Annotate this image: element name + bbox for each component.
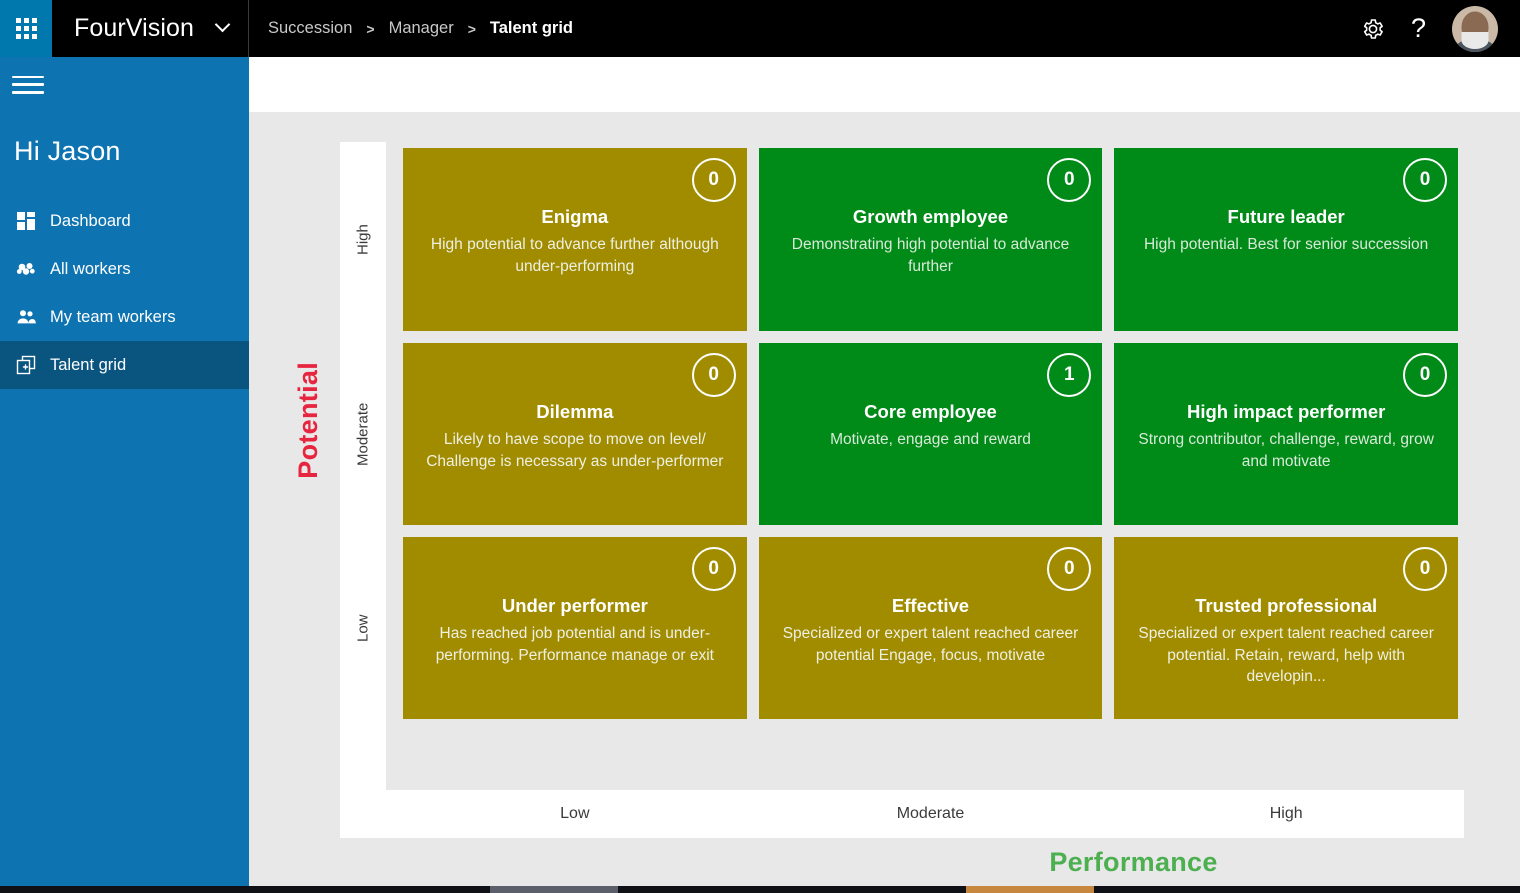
status-badge: 0: [1047, 547, 1092, 591]
talent-grid-matrix: High Moderate Low 0 Enigma High potentia…: [340, 142, 1464, 790]
breadcrumb-separator-icon: >: [467, 20, 476, 37]
talent-cell-title: High impact performer: [1186, 401, 1386, 422]
all-workers-icon: [16, 259, 42, 279]
app-launcher-button[interactable]: [0, 0, 52, 57]
performance-tick-moderate: Moderate: [896, 805, 965, 822]
talent-cell-container: 0 Growth employee Demonstrating high pot…: [753, 142, 1109, 337]
sidebar-item-all-workers[interactable]: All workers: [0, 245, 249, 293]
sidebar-item-label: My team workers: [50, 307, 176, 326]
talent-cell-description: Specialized or expert talent reached car…: [1138, 625, 1434, 685]
potential-tick-low: Low: [354, 614, 372, 642]
taskbar-segment: [258, 886, 490, 893]
talent-cell-container: 1 Core employee Motivate, engage and rew…: [753, 337, 1109, 531]
talent-cell-effective[interactable]: 0 Effective Specialized or expert talent…: [758, 537, 1103, 719]
status-badge: 0: [691, 158, 736, 202]
app-launcher-icon: [15, 18, 37, 39]
talent-grid-icon: [16, 355, 42, 375]
avatar[interactable]: [1452, 5, 1498, 52]
performance-tick-low: Low: [560, 805, 590, 822]
talent-cell-future-leader[interactable]: 0 Future leader High potential. Best for…: [1114, 148, 1458, 331]
talent-cell-enigma[interactable]: 0 Enigma High potential to advance furth…: [403, 148, 747, 331]
talent-cell-description: Demonstrating high potential to advance …: [791, 236, 1070, 275]
talent-cell-title: Under performer: [501, 595, 648, 616]
talent-cell-high-impact-performer[interactable]: 0 High impact performer Strong contribut…: [1114, 343, 1458, 525]
status-badge: 0: [1047, 158, 1092, 202]
talent-cell-container: 0 Effective Specialized or expert talent…: [753, 531, 1109, 725]
sidebar-item-label: All workers: [50, 259, 131, 278]
talent-cell-description: High potential to advance further althou…: [430, 236, 719, 275]
sidebar-nav: Dashboard All workers My team workers Ta…: [0, 197, 249, 389]
chevron-down-icon: [214, 16, 231, 36]
talent-cell-container: 0 Dilemma Likely to have scope to move o…: [397, 337, 753, 531]
talent-cell-title: Core employee: [864, 401, 997, 422]
potential-tick-high: High: [354, 224, 372, 255]
breadcrumb: Succession > Manager > Talent grid: [268, 19, 573, 38]
topbar-actions: ?: [1361, 5, 1520, 52]
talent-cell-dilemma[interactable]: 0 Dilemma Likely to have scope to move o…: [403, 343, 747, 525]
breadcrumb-item-succession[interactable]: Succession: [268, 19, 352, 38]
taskbar-highlighted-window[interactable]: [966, 886, 1094, 893]
talent-cell-description: Specialized or expert talent reached car…: [782, 625, 1079, 664]
talent-cell-trusted-professional[interactable]: 0 Trusted professional Specialized or ex…: [1114, 537, 1458, 719]
status-badge: 0: [1402, 158, 1447, 202]
hamburger-menu-button[interactable]: [0, 57, 249, 112]
taskbar-active-window[interactable]: [490, 886, 618, 893]
brand-name: FourVision: [74, 14, 195, 42]
sidebar-item-label: Dashboard: [50, 211, 131, 230]
talent-cell-title: Enigma: [541, 206, 609, 227]
talent-grid-page: Potential High Moderate Low 0 Enigma Hig…: [249, 112, 1520, 893]
taskbar-segment: [1094, 886, 1520, 893]
content-header-strip: [249, 57, 1520, 112]
sidebar: Hi Jason Dashboard All workers My team w…: [0, 57, 249, 893]
breadcrumb-item-talent-grid[interactable]: Talent grid: [490, 19, 573, 38]
hamburger-menu-icon: [12, 75, 44, 94]
talent-grid-cells: 0 Enigma High potential to advance furth…: [386, 142, 1464, 790]
help-icon[interactable]: ?: [1411, 15, 1426, 42]
sidebar-item-dashboard[interactable]: Dashboard: [0, 197, 249, 245]
talent-cell-title: Trusted professional: [1195, 595, 1378, 616]
dashboard-icon: [16, 211, 42, 231]
potential-axis-title: Potential: [293, 362, 323, 479]
talent-cell-under-performer[interactable]: 0 Under performer Has reached job potent…: [403, 537, 747, 719]
status-badge: 0: [691, 547, 736, 591]
sidebar-greeting: Hi Jason: [14, 136, 121, 166]
taskbar-segment: [618, 886, 966, 893]
breadcrumb-separator-icon: >: [366, 20, 375, 37]
status-badge: 1: [1047, 353, 1092, 397]
talent-cell-growth-employee[interactable]: 0 Growth employee Demonstrating high pot…: [758, 148, 1103, 331]
talent-cell-description: Motivate, engage and reward: [830, 431, 1031, 449]
sidebar-item-talent-grid[interactable]: Talent grid: [0, 341, 249, 389]
status-badge: 0: [691, 353, 736, 397]
talent-cell-container: 0 Under performer Has reached job potent…: [397, 531, 753, 725]
talent-cell-container: 0 High impact performer Strong contribut…: [1108, 337, 1464, 531]
talent-cell-title: Future leader: [1227, 206, 1345, 227]
talent-cell-core-employee[interactable]: 1 Core employee Motivate, engage and rew…: [758, 343, 1103, 525]
potential-axis-labels: High Moderate Low: [340, 142, 386, 790]
talent-cell-description: Has reached job potential and is under-p…: [435, 625, 714, 664]
sidebar-item-my-team-workers[interactable]: My team workers: [0, 293, 249, 341]
performance-axis-labels: Low Moderate High: [340, 790, 1464, 838]
top-app-bar: FourVision Succession > Manager > Talent…: [0, 0, 1520, 57]
brand-menu[interactable]: FourVision: [52, 0, 249, 57]
taskbar-segment: [0, 886, 258, 893]
status-badge: 0: [1402, 353, 1447, 397]
talent-cell-title: Growth employee: [852, 206, 1009, 227]
performance-tick-high: High: [1269, 805, 1303, 822]
talent-cell-description: High potential. Best for senior successi…: [1143, 236, 1429, 254]
talent-cell-description: Strong contributor, challenge, reward, g…: [1138, 431, 1434, 470]
gear-icon[interactable]: [1361, 17, 1385, 41]
my-team-workers-icon: [16, 307, 42, 327]
talent-cell-title: Dilemma: [536, 401, 614, 422]
talent-cell-description: Likely to have scope to move on level/ C…: [426, 431, 724, 470]
os-taskbar: [0, 886, 1520, 893]
talent-cell-title: Effective: [891, 595, 970, 616]
potential-tick-moderate: Moderate: [354, 402, 372, 466]
status-badge: 0: [1402, 547, 1447, 591]
performance-axis-title: Performance: [1049, 847, 1218, 877]
sidebar-item-label: Talent grid: [50, 355, 127, 374]
talent-cell-container: 0 Enigma High potential to advance furth…: [397, 142, 753, 337]
breadcrumb-item-manager[interactable]: Manager: [389, 19, 454, 38]
talent-cell-container: 0 Future leader High potential. Best for…: [1108, 142, 1464, 337]
talent-cell-container: 0 Trusted professional Specialized or ex…: [1108, 531, 1464, 725]
